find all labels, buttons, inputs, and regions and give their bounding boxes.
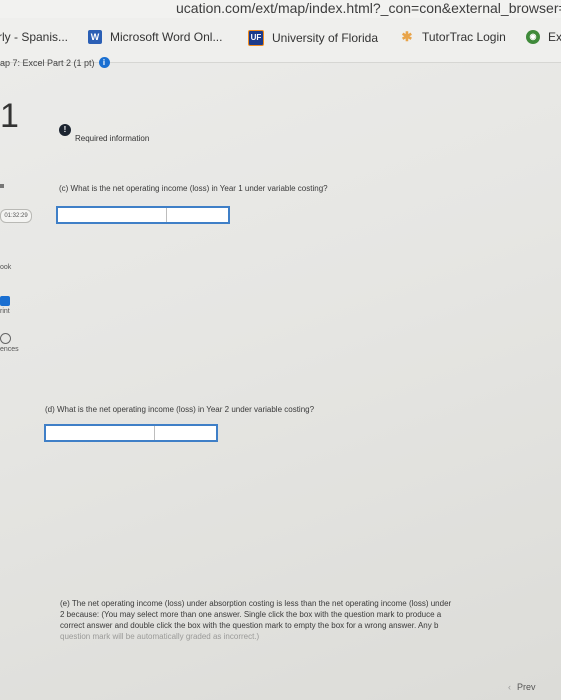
chevron-left-icon: ‹ xyxy=(508,682,511,692)
bookmark-university-of-florida[interactable]: UF University of Florida xyxy=(248,30,378,46)
sidebar-item-ebook[interactable]: ook xyxy=(0,264,11,271)
bookmark-tutortrac[interactable]: ✱ TutorTrac Login xyxy=(400,29,506,45)
sidebar-item-label: ences xyxy=(0,346,19,353)
bookmark-label: Microsoft Word Onl... xyxy=(110,30,223,44)
sidebar-item-label: rint xyxy=(0,308,10,315)
references-icon xyxy=(0,333,11,344)
required-info-label: Required information xyxy=(75,133,150,143)
bookmark-label: Ex xyxy=(548,30,561,44)
note-line: question mark will be automatically grad… xyxy=(60,632,260,641)
breadcrumb: ap 7: Excel Part 2 (1 pt) i xyxy=(0,57,110,68)
note-line: correct answer and double click the box … xyxy=(60,621,439,630)
answer-input-d[interactable] xyxy=(44,424,218,442)
uf-logo-icon: UF xyxy=(248,30,264,46)
breadcrumb-text: ap 7: Excel Part 2 (1 pt) xyxy=(0,57,95,68)
bookmark-label: University of Florida xyxy=(272,31,379,45)
prev-button-label: Prev xyxy=(517,682,536,692)
sidebar-flag-marker xyxy=(0,184,4,188)
sidebar-item-label: ook xyxy=(0,264,12,271)
print-icon xyxy=(0,296,10,306)
answer-cell-right[interactable] xyxy=(167,208,227,222)
sidebar-item-print[interactable]: rint xyxy=(0,296,10,315)
bookmark-microsoft-word[interactable]: W Microsoft Word Onl... xyxy=(88,30,222,44)
address-bar[interactable]: ucation.com/ext/map/index.html?_con=con&… xyxy=(0,0,561,18)
answer-cell-left[interactable] xyxy=(58,208,167,222)
bookmark-label: TutorTrac Login xyxy=(422,30,506,44)
timer-badge: 01:32:29 xyxy=(0,209,32,223)
required-information: ! Required information xyxy=(59,124,149,143)
note-line: 2 because: (You may select more than one… xyxy=(60,610,442,619)
bookmark-spanish[interactable]: rly - Spanis... xyxy=(0,30,68,44)
question-d: (d) What is the net operating income (lo… xyxy=(45,405,315,414)
note-line: (e) The net operating income (loss) unde… xyxy=(60,599,452,608)
url-text[interactable]: ucation.com/ext/map/index.html?_con=con&… xyxy=(176,0,561,16)
globe-icon: ◉ xyxy=(526,30,540,44)
answer-input-c[interactable] xyxy=(56,206,230,224)
star-icon: ✱ xyxy=(401,29,413,44)
bookmark-label: rly - Spanis... xyxy=(0,30,69,44)
flag-marker-icon xyxy=(0,184,4,188)
question-number: 1 xyxy=(0,97,19,135)
word-icon: W xyxy=(88,30,102,44)
prev-button[interactable]: ‹ Prev xyxy=(508,682,536,692)
sidebar-item-references[interactable]: ences xyxy=(0,333,19,353)
answer-cell-left[interactable] xyxy=(46,426,155,440)
bookmark-ex[interactable]: ◉ Ex xyxy=(526,30,561,44)
info-icon[interactable]: i xyxy=(98,57,110,68)
question-e-text: (e) The net operating income (loss) unde… xyxy=(60,598,561,642)
info-icon: ! xyxy=(59,124,71,136)
answer-cell-right[interactable] xyxy=(155,426,215,440)
question-c: (c) What is the net operating income (lo… xyxy=(59,184,328,193)
